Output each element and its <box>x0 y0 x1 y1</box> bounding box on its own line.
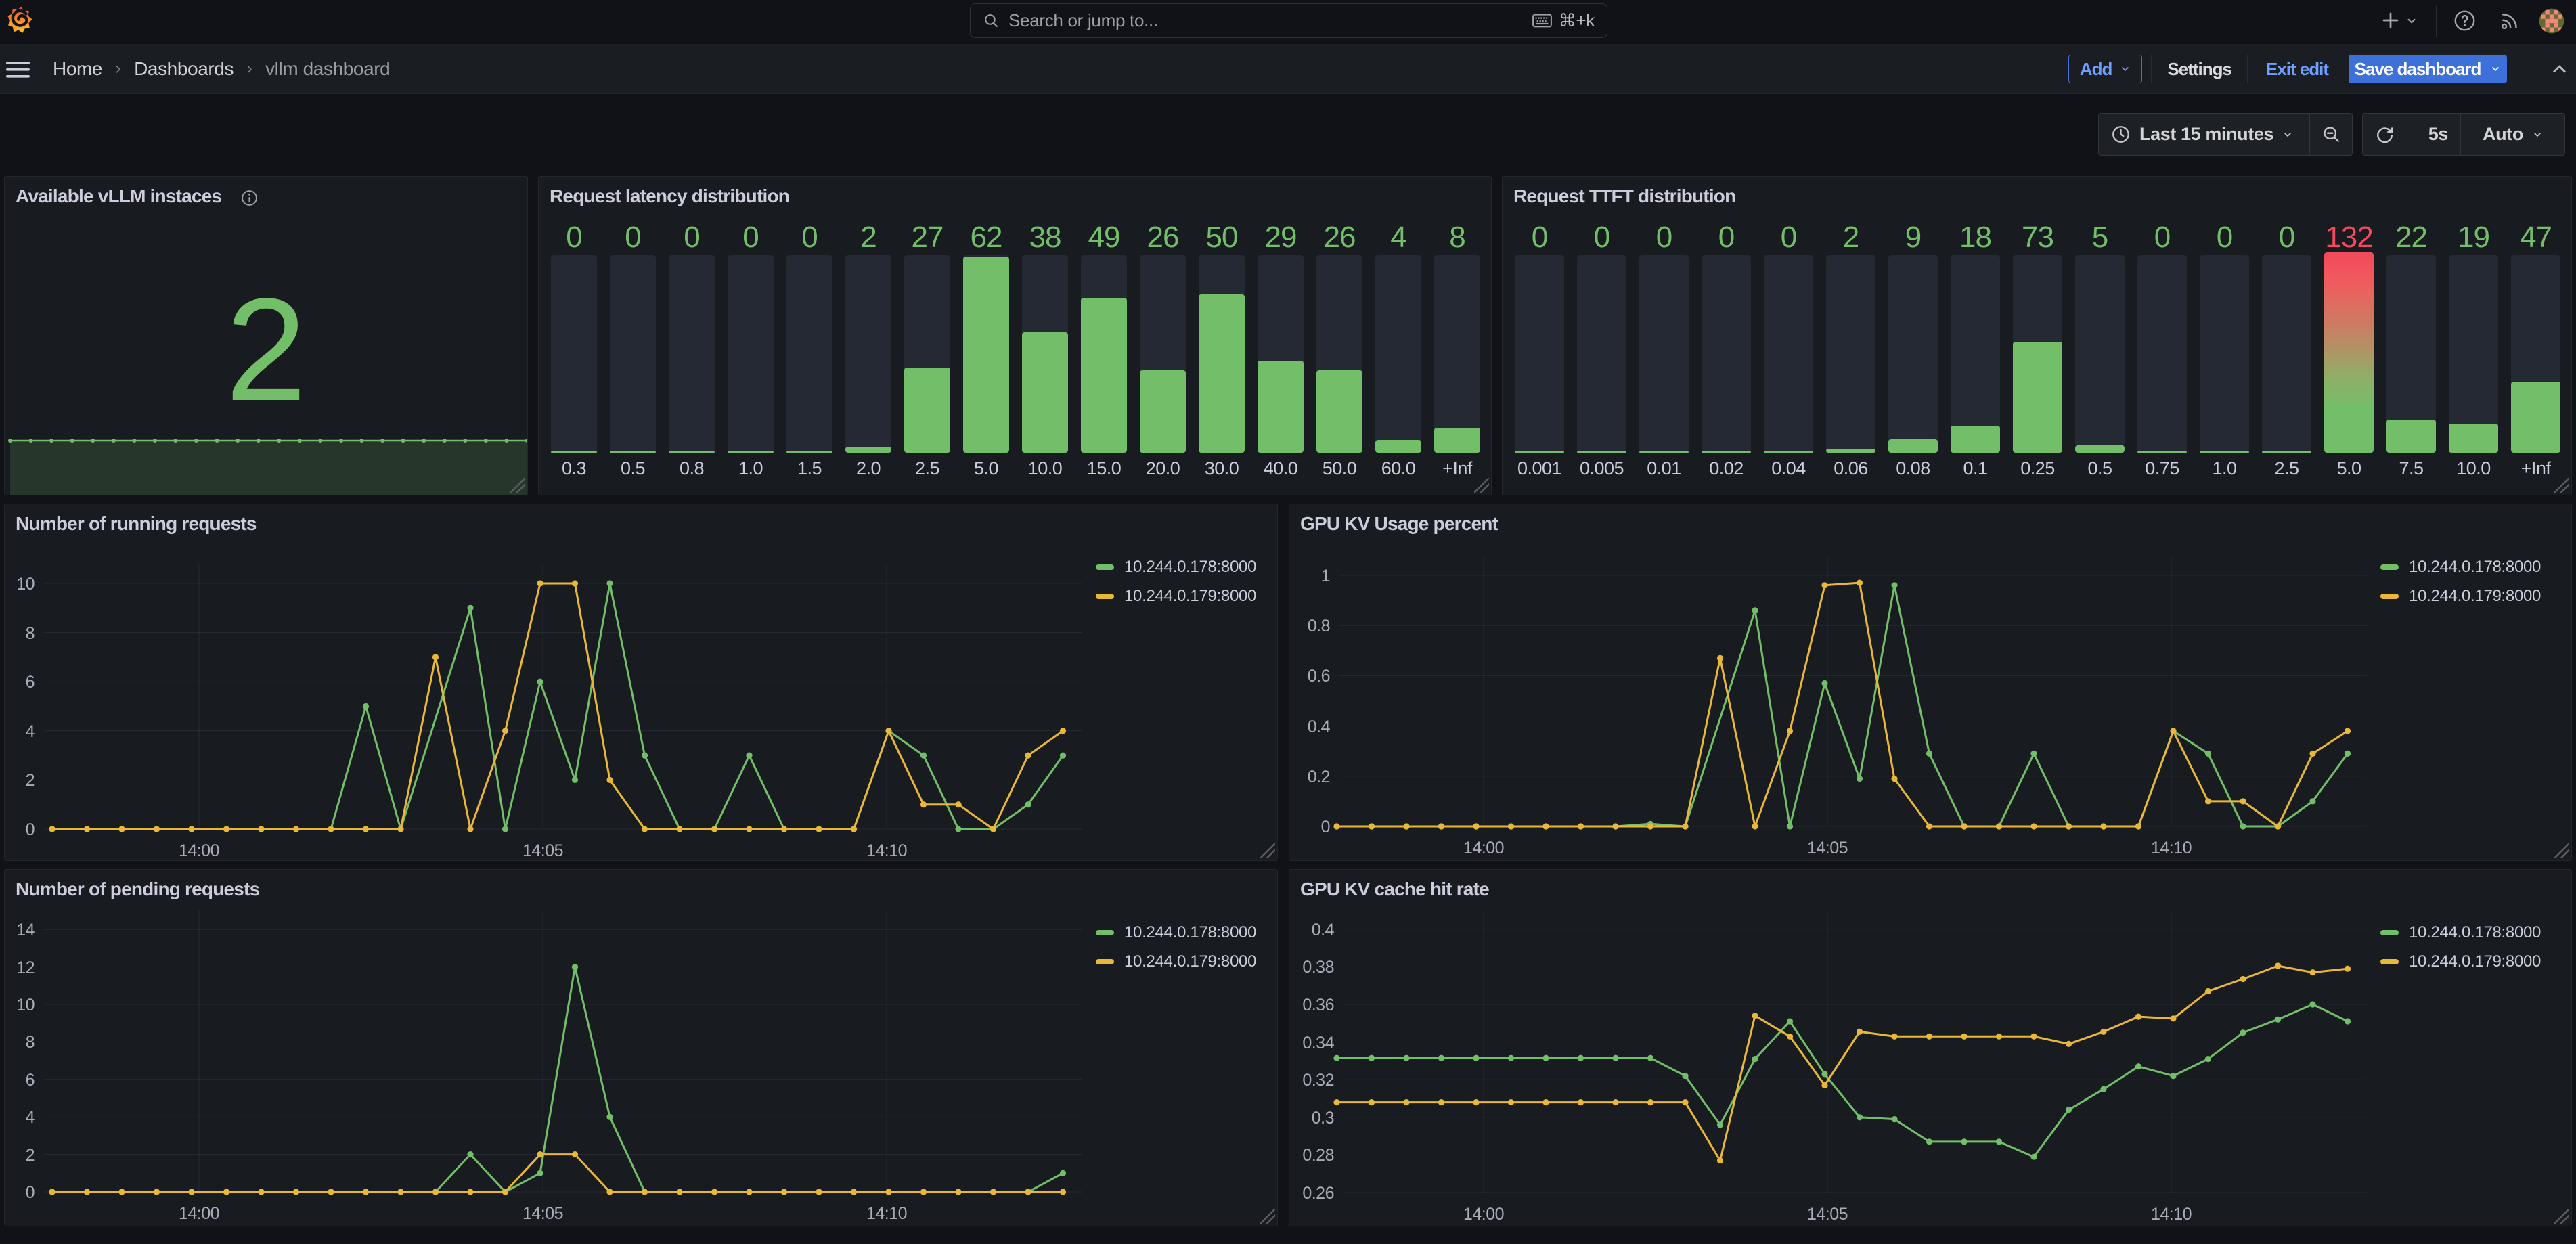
svg-text:0.3: 0.3 <box>1312 1109 1334 1128</box>
svg-text:0.8: 0.8 <box>1308 617 1330 636</box>
svg-text:14:05: 14:05 <box>1807 1205 1848 1224</box>
svg-text:8: 8 <box>26 624 35 643</box>
svg-text:14:00: 14:00 <box>1463 1205 1504 1224</box>
svg-text:4: 4 <box>26 722 35 741</box>
svg-text:10: 10 <box>16 996 35 1015</box>
svg-text:0.32: 0.32 <box>1302 1071 1334 1090</box>
svg-text:0.38: 0.38 <box>1302 958 1334 977</box>
svg-text:0.6: 0.6 <box>1308 667 1330 686</box>
svg-text:0: 0 <box>1321 818 1330 837</box>
svg-text:1: 1 <box>1321 567 1330 585</box>
svg-text:0: 0 <box>26 1183 35 1202</box>
svg-text:0.28: 0.28 <box>1302 1146 1334 1165</box>
svg-text:10: 10 <box>16 575 35 594</box>
svg-text:14:10: 14:10 <box>866 1204 907 1223</box>
svg-text:2: 2 <box>26 1146 35 1165</box>
svg-text:14:10: 14:10 <box>2151 839 2192 858</box>
svg-text:6: 6 <box>26 673 35 692</box>
svg-text:14:05: 14:05 <box>523 1204 563 1223</box>
svg-text:14:00: 14:00 <box>179 841 219 860</box>
svg-text:0.4: 0.4 <box>1308 717 1331 736</box>
svg-text:14:10: 14:10 <box>866 841 907 860</box>
svg-text:4: 4 <box>26 1108 35 1127</box>
svg-text:14:05: 14:05 <box>523 841 563 860</box>
svg-text:0.4: 0.4 <box>1312 920 1335 939</box>
svg-text:14:05: 14:05 <box>1807 839 1848 858</box>
svg-text:0.36: 0.36 <box>1302 996 1334 1015</box>
svg-text:0: 0 <box>26 820 35 839</box>
svg-text:0.34: 0.34 <box>1302 1034 1334 1052</box>
svg-text:6: 6 <box>26 1071 35 1090</box>
svg-text:14:10: 14:10 <box>2151 1205 2192 1224</box>
svg-text:12: 12 <box>16 958 35 977</box>
svg-text:14: 14 <box>16 920 35 939</box>
svg-text:2: 2 <box>26 771 35 790</box>
svg-text:8: 8 <box>26 1033 35 1052</box>
svg-text:0.26: 0.26 <box>1302 1184 1334 1203</box>
svg-text:0.2: 0.2 <box>1308 768 1330 786</box>
svg-text:14:00: 14:00 <box>179 1204 219 1223</box>
svg-text:14:00: 14:00 <box>1463 839 1504 858</box>
